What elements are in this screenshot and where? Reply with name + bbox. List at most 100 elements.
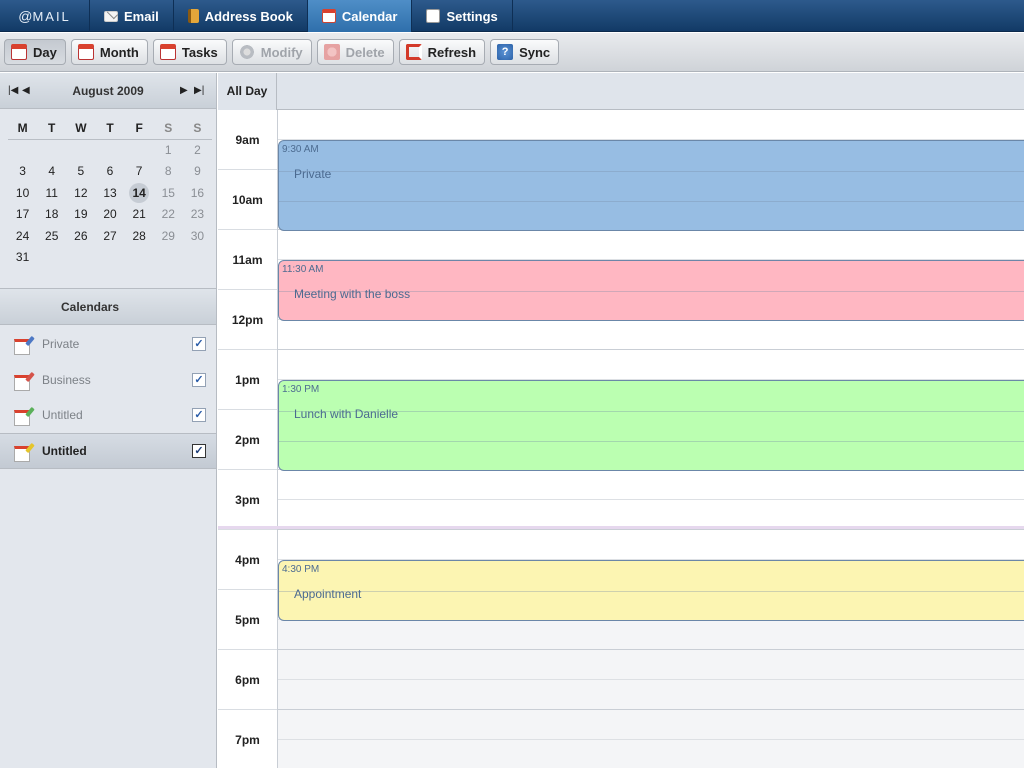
empty-day-cell — [95, 139, 124, 161]
day-cell[interactable]: 26 — [66, 225, 95, 247]
tab-email[interactable]: Email — [90, 0, 174, 32]
settings-icon — [426, 9, 441, 23]
refresh-button-label: Refresh — [427, 44, 477, 60]
time-slot[interactable] — [278, 680, 1024, 710]
day-cell[interactable]: 24 — [8, 225, 37, 247]
calendar-item-untitled[interactable]: Untitled ✓ — [0, 397, 216, 433]
empty-day-cell — [8, 139, 37, 161]
hour-label: 12pm — [218, 290, 277, 350]
calendar-checkbox[interactable]: ✓ — [192, 373, 206, 387]
event-title: Meeting with the boss — [294, 287, 411, 301]
day-cell[interactable]: 12 — [66, 182, 95, 204]
tab-settings-label: Settings — [446, 8, 498, 24]
weekday-header: M — [8, 117, 38, 140]
logo-at: @ — [18, 8, 33, 24]
previous-month-icon[interactable]: ◀ — [22, 85, 36, 96]
calendar-item-untitled-selected[interactable]: Untitled ✓ — [0, 433, 216, 469]
time-slot[interactable] — [278, 470, 1024, 500]
day-cell[interactable]: 30 — [183, 225, 212, 247]
time-slot[interactable] — [278, 740, 1024, 768]
day-cell[interactable]: 23 — [183, 204, 212, 226]
calendar-checkbox[interactable]: ✓ — [192, 444, 206, 458]
delete-button[interactable]: Delete — [316, 39, 394, 65]
weekday-header: W — [66, 117, 96, 140]
day-cell[interactable]: 2 — [183, 139, 212, 161]
day-cell[interactable]: 10 — [8, 182, 37, 204]
day-cell[interactable]: 27 — [95, 225, 124, 247]
calendar-item-private[interactable]: Private ✓ — [0, 326, 216, 362]
time-slot[interactable] — [278, 710, 1024, 740]
tasks-button[interactable]: Tasks — [152, 39, 227, 65]
tab-settings[interactable]: Settings — [412, 0, 513, 32]
hour-label: 2pm — [218, 410, 277, 470]
weekday-header: T — [37, 117, 67, 140]
day-calendar-icon — [11, 44, 27, 60]
day-cell[interactable]: 29 — [154, 225, 183, 247]
time-slot[interactable] — [278, 530, 1024, 560]
sync-button[interactable]: ? Sync — [490, 39, 560, 65]
last-month-icon[interactable]: ▶| — [194, 85, 208, 96]
tab-calendar[interactable]: Calendar — [307, 0, 413, 32]
calendar-event[interactable]: 11:30 AM Meeting with the boss — [278, 260, 1024, 321]
day-view-button[interactable]: Day — [4, 39, 66, 65]
week-row: 31 — [8, 247, 212, 269]
time-slot[interactable] — [278, 650, 1024, 680]
time-slot[interactable] — [278, 230, 1024, 260]
day-cell[interactable]: 5 — [66, 161, 95, 183]
time-column: 9am 10am 11am 12pm 1pm 2pm 3pm 4pm 5pm 6pm 7pm — [218, 110, 278, 768]
tab-address-book[interactable]: Address Book — [174, 0, 308, 32]
calendar-item-business[interactable]: Business ✓ — [0, 362, 216, 398]
modify-button[interactable]: Modify — [231, 39, 312, 65]
calendar-checkbox[interactable]: ✓ — [192, 408, 206, 422]
day-cell[interactable]: 9 — [183, 161, 212, 183]
time-slot[interactable] — [278, 320, 1024, 350]
time-slot[interactable] — [278, 350, 1024, 380]
calendar-event[interactable]: 1:30 PM Lunch with Danielle — [278, 380, 1024, 471]
month-view-button[interactable]: Month — [70, 39, 148, 65]
next-month-icon[interactable]: ▶ — [180, 85, 194, 96]
calendar-event[interactable]: 4:30 PM Appointment — [278, 560, 1024, 621]
day-grid[interactable]: 9:30 AM Private 11:30 AM Meeting with the b… — [218, 110, 1024, 768]
mini-calendar: MTWTFSS 1 2 3 4 5 6 7 8 9 10 11 12 13 14 15 16 17 18 19 20 2… — [8, 117, 212, 268]
day-cell[interactable]: 4 — [37, 161, 66, 183]
empty-day-cell — [154, 247, 183, 269]
day-cell[interactable]: 18 — [37, 204, 66, 226]
calendars-header: Calendars — [0, 288, 216, 325]
day-cell[interactable]: 7 — [125, 161, 154, 183]
day-cell[interactable]: 16 — [183, 182, 212, 204]
day-cell[interactable]: 3 — [8, 161, 37, 183]
day-cell[interactable]: 31 — [8, 247, 37, 269]
day-cell[interactable]: 20 — [95, 204, 124, 226]
day-cell[interactable]: 22 — [154, 204, 183, 226]
day-cell[interactable]: 8 — [154, 161, 183, 183]
calendar-event[interactable]: 9:30 AM Private — [278, 140, 1024, 231]
address-book-icon — [187, 9, 199, 23]
today-day-cell[interactable]: 14 — [125, 182, 154, 204]
day-cell[interactable]: 6 — [95, 161, 124, 183]
event-time: 1:30 PM — [282, 384, 320, 395]
day-cell[interactable]: 17 — [8, 204, 37, 226]
weekday-header: F — [124, 117, 154, 140]
time-slot[interactable] — [278, 620, 1024, 650]
day-view: All Day 9am 10am 11am 12pm 1pm 2pm 3pm 4pm 5pm 6p… — [218, 73, 1024, 768]
delete-icon — [323, 44, 340, 60]
day-cell[interactable]: 21 — [125, 204, 154, 226]
day-cell[interactable]: 28 — [125, 225, 154, 247]
calendar-checkbox[interactable]: ✓ — [192, 337, 206, 351]
refresh-button[interactable]: Refresh — [398, 39, 486, 65]
empty-day-cell — [37, 247, 66, 269]
calendar-item-label: Untitled — [42, 444, 87, 458]
all-day-row[interactable]: All Day — [218, 73, 1024, 110]
day-cell[interactable]: 11 — [37, 182, 66, 204]
day-cell[interactable]: 13 — [95, 182, 124, 204]
day-cell[interactable]: 15 — [154, 182, 183, 204]
first-month-icon[interactable]: |◀ — [8, 85, 22, 96]
day-cell[interactable]: 19 — [66, 204, 95, 226]
week-row: 10 11 12 13 14 15 16 — [8, 182, 212, 204]
week-row: 24 25 26 27 28 29 30 — [8, 225, 212, 247]
time-slot[interactable] — [278, 110, 1024, 140]
day-cell[interactable]: 1 — [154, 139, 183, 161]
day-cell[interactable]: 25 — [37, 225, 66, 247]
hour-label: 10am — [218, 170, 277, 230]
hour-label: 4pm — [218, 530, 277, 590]
